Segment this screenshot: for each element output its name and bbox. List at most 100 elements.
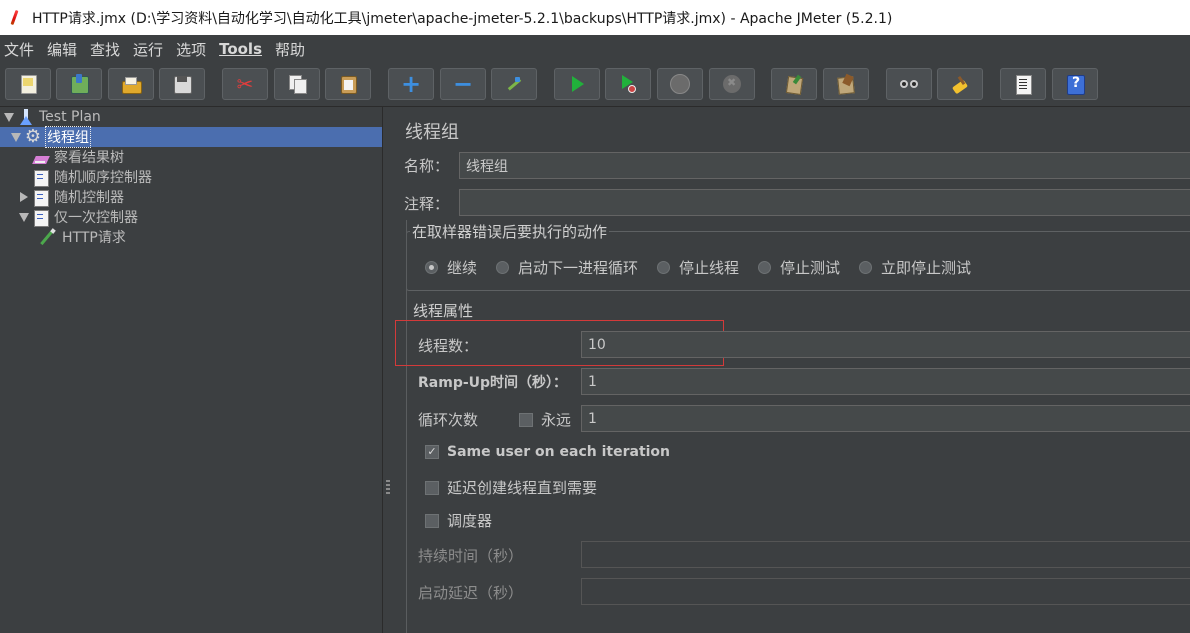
menu-edit[interactable]: 编辑 <box>47 39 77 60</box>
list-icon <box>1013 74 1033 95</box>
error-action-title: 在取样器错误后要执行的动作 <box>410 221 610 242</box>
expand-arrow-icon[interactable] <box>4 112 14 122</box>
window-title: HTTP请求.jmx (D:\学习资料\自动化学习\自动化工具\jmeter\a… <box>32 10 893 27</box>
checkbox-box <box>425 513 439 528</box>
radio-start-next-loop[interactable]: 启动下一进程循环 <box>496 257 638 278</box>
panel-title: 线程组 <box>405 122 459 143</box>
expand-arrow-icon[interactable] <box>11 132 21 142</box>
tree-node-random-order-controller[interactable]: 随机顺序控制器 <box>32 167 152 187</box>
shutdown-button[interactable] <box>709 68 755 100</box>
expand-button[interactable]: + <box>388 68 434 100</box>
comment-label: 注释： <box>404 195 450 213</box>
help-button[interactable] <box>1052 68 1098 100</box>
broom-icon <box>950 74 970 94</box>
cut-button[interactable]: ✂ <box>222 68 268 100</box>
paste-button[interactable] <box>325 68 371 100</box>
templates-icon <box>69 74 89 94</box>
menu-search[interactable]: 查找 <box>90 39 120 60</box>
radio-stop-test-now[interactable]: 立即停止测试 <box>859 257 971 278</box>
controller-icon <box>32 208 50 227</box>
tree-node-label: HTTP请求 <box>62 230 126 246</box>
radio-dot <box>859 261 872 274</box>
duration-field[interactable] <box>581 541 1190 568</box>
start-button[interactable] <box>554 68 600 100</box>
thread-properties-title: 线程属性 <box>411 300 476 321</box>
copy-button[interactable] <box>274 68 320 100</box>
clear-all-button[interactable] <box>823 68 869 100</box>
menu-tools[interactable]: Tools <box>219 40 262 58</box>
paste-icon <box>338 74 358 94</box>
checkbox-label: 永远 <box>541 411 572 429</box>
gear-icon: ⚙ <box>24 126 42 147</box>
toggle-button[interactable] <box>491 68 537 100</box>
new-icon <box>18 74 38 94</box>
threads-field[interactable]: 10 <box>581 331 1190 358</box>
new-button[interactable] <box>5 68 51 100</box>
radio-stop-test[interactable]: 停止测试 <box>758 257 840 278</box>
checkmark-icon: ✓ <box>425 445 439 459</box>
controller-icon <box>32 188 50 207</box>
title-bar: HTTP请求.jmx (D:\学习资料\自动化学习\自动化工具\jmeter\a… <box>0 0 1190 35</box>
stop-icon <box>670 74 690 94</box>
radio-stop-thread[interactable]: 停止线程 <box>657 257 739 278</box>
save-button[interactable] <box>159 68 205 100</box>
open-button[interactable] <box>108 68 154 100</box>
forever-checkbox[interactable]: 永远 <box>519 409 571 430</box>
menu-options[interactable]: 选项 <box>176 39 206 60</box>
radio-dot <box>758 261 771 274</box>
tree-node-thread-group[interactable]: ⚙ 线程组 <box>0 126 382 148</box>
clear-all-icon <box>836 74 856 94</box>
tree-node-label: 察看结果树 <box>54 150 124 166</box>
toolbar: ✂ + − <box>0 63 1190 107</box>
radio-label: 继续 <box>447 259 478 277</box>
tree-node-random-controller[interactable]: 随机控制器 <box>20 187 124 207</box>
radio-label: 停止线程 <box>679 259 740 277</box>
rampup-field[interactable]: 1 <box>581 368 1190 395</box>
stop-button[interactable] <box>657 68 703 100</box>
pane-splitter[interactable] <box>383 107 393 633</box>
checkbox-box <box>425 480 439 495</box>
test-plan-icon <box>17 108 35 126</box>
menu-run[interactable]: 运行 <box>133 39 163 60</box>
reset-search-button[interactable] <box>937 68 983 100</box>
open-icon <box>121 74 142 94</box>
log-viewer-button[interactable] <box>1000 68 1046 100</box>
collapsed-arrow-icon[interactable] <box>20 192 28 202</box>
jmeter-feather-icon <box>8 9 22 27</box>
clear-button[interactable] <box>771 68 817 100</box>
duration-label: 持续时间（秒） <box>418 547 524 565</box>
splitter-grip-icon[interactable] <box>386 480 390 494</box>
loop-count-field[interactable]: 1 <box>581 405 1190 432</box>
listener-icon <box>32 148 50 166</box>
plus-icon: + <box>401 70 422 98</box>
section-divider <box>406 220 407 633</box>
comment-field[interactable] <box>459 189 1190 216</box>
menu-help[interactable]: 帮助 <box>275 39 305 60</box>
startup-delay-label: 启动延迟（秒） <box>418 584 524 602</box>
sampler-pipette-icon <box>40 228 58 246</box>
tree-node-label: 随机控制器 <box>54 190 124 206</box>
tree-node-test-plan[interactable]: Test Plan <box>4 107 101 127</box>
scheduler-checkbox[interactable]: 调度器 <box>425 510 492 531</box>
loop-count-label: 循环次数 <box>418 411 479 429</box>
tree-node-once-only-controller[interactable]: 仅一次控制器 <box>19 207 138 227</box>
startup-delay-field[interactable] <box>581 578 1190 605</box>
radio-continue[interactable]: 继续 <box>425 257 477 278</box>
checkbox-label: 延迟创建线程直到需要 <box>447 479 598 497</box>
expand-arrow-icon[interactable] <box>19 212 29 222</box>
menu-file[interactable]: 文件 <box>4 39 34 60</box>
radio-dot <box>657 261 670 274</box>
radio-dot-checked <box>425 261 438 274</box>
tree-node-view-results-tree[interactable]: 察看结果树 <box>32 147 124 167</box>
templates-button[interactable] <box>56 68 102 100</box>
tree-node-http-request[interactable]: HTTP请求 <box>40 227 126 247</box>
minus-icon: − <box>453 70 474 98</box>
same-user-checkbox[interactable]: ✓ Same user on each iteration <box>425 444 670 460</box>
delay-thread-creation-checkbox[interactable]: 延迟创建线程直到需要 <box>425 477 597 498</box>
start-no-pauses-button[interactable] <box>605 68 651 100</box>
cut-icon: ✂ <box>236 72 254 96</box>
search-button[interactable] <box>886 68 932 100</box>
toggle-icon <box>504 74 524 94</box>
name-field[interactable]: 线程组 <box>459 152 1190 179</box>
collapse-button[interactable]: − <box>440 68 486 100</box>
